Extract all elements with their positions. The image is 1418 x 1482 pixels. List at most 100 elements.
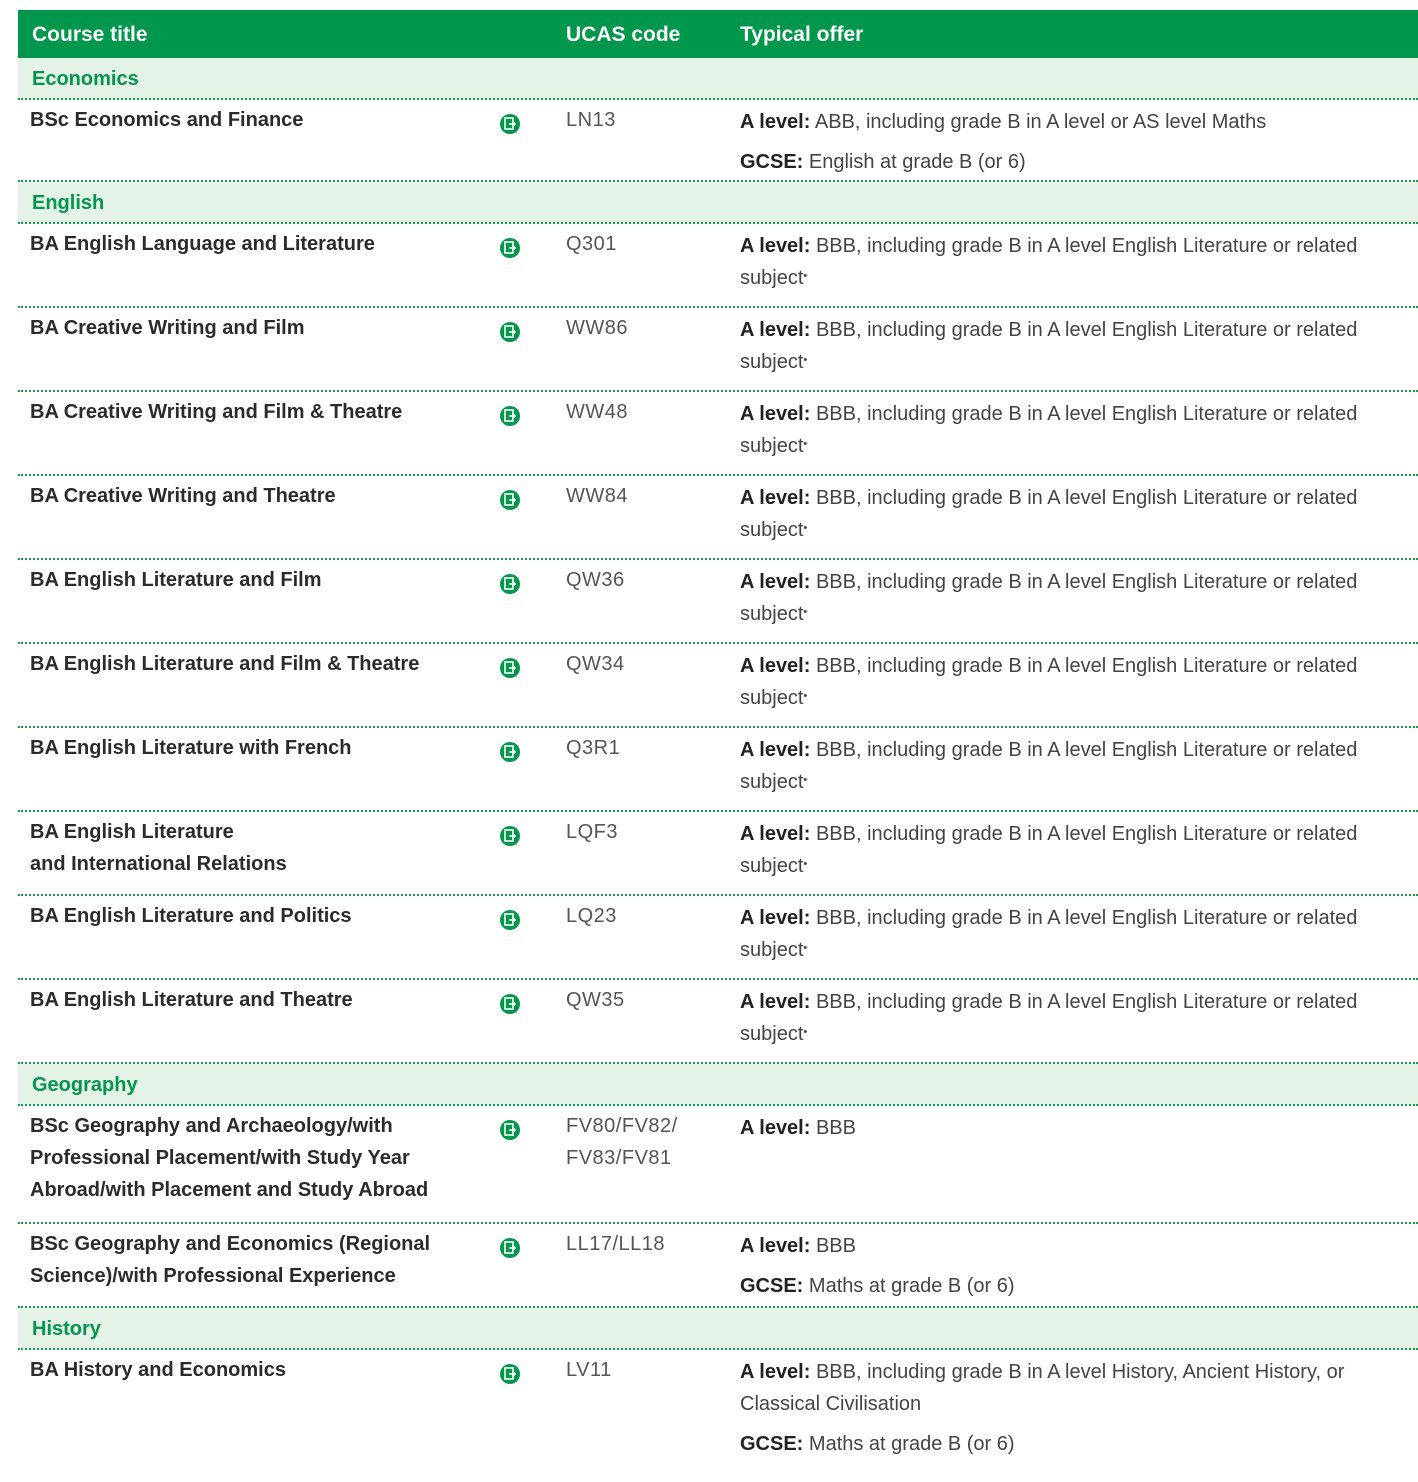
document-arrow-icon xyxy=(500,742,520,762)
ucas-code: Q301 xyxy=(566,233,617,255)
offer-text: BBB, including grade B in A level Englis… xyxy=(740,823,1358,877)
offer-line: A level: BBB xyxy=(740,1112,1412,1144)
document-arrow-icon xyxy=(500,114,520,134)
offer-label: GCSE: xyxy=(740,1275,804,1297)
offer-line: A level: BBB, including grade B in A lev… xyxy=(740,314,1412,378)
offer-text: BBB, including grade B in A level Englis… xyxy=(740,991,1358,1045)
course-title: BA Creative Writing and Theatre xyxy=(30,485,336,507)
offer-line: A level: BBB, including grade B in A lev… xyxy=(740,398,1412,462)
offer-label: A level: xyxy=(740,1361,811,1383)
offer-text: BBB, including grade B in A level Englis… xyxy=(740,235,1358,289)
table-row: BA English Literature and Politics LQ23 A … xyxy=(18,896,1418,980)
course-table: Course title UCAS code Typical offer Eco… xyxy=(18,10,1418,1482)
footnote-mark: • xyxy=(803,438,808,450)
document-arrow-icon xyxy=(500,1238,520,1258)
offer-line: A level: BBB, including grade B in A lev… xyxy=(740,734,1412,798)
offer-label: A level: xyxy=(740,111,811,133)
offer-line: A level: BBB, including grade B in A lev… xyxy=(740,650,1412,714)
course-title: BA English Literature and International … xyxy=(30,821,287,875)
course-title: BA History and Economics xyxy=(30,1359,286,1381)
table-row: BA English Literature and Film QW36 A leve… xyxy=(18,560,1418,644)
offer-line: GCSE: Maths at grade B (or 6) xyxy=(740,1428,1412,1460)
table-row: BA History and Economics LV11 A level: BBB… xyxy=(18,1350,1418,1482)
footnote-mark: • xyxy=(803,522,808,534)
course-title: BA English Language and Literature xyxy=(30,233,375,255)
document-arrow-icon xyxy=(500,238,520,258)
offer-line: A level: BBB, including grade B in A lev… xyxy=(740,1356,1412,1420)
column-header-typical-offer: Typical offer xyxy=(740,23,864,46)
document-arrow-icon xyxy=(500,658,520,678)
typical-offer: A level: BBB xyxy=(740,1112,1412,1152)
offer-label: A level: xyxy=(740,235,811,257)
offer-label: A level: xyxy=(740,655,811,677)
offer-label: A level: xyxy=(740,319,811,341)
typical-offer: A level: BBB, including grade B in A lev… xyxy=(740,902,1412,974)
offer-text: BBB xyxy=(815,1117,856,1139)
course-title: BA Creative Writing and Film xyxy=(30,317,305,339)
offer-text: BBB, including grade B in A level Histor… xyxy=(740,1361,1345,1415)
offer-line: A level: BBB, including grade B in A lev… xyxy=(740,818,1412,882)
course-title: BSc Geography and Archaeology/with Profe… xyxy=(30,1115,429,1201)
typical-offer: A level: BBB, including grade B in A lev… xyxy=(740,398,1412,470)
ucas-code: WW86 xyxy=(566,317,628,339)
section-title: Economics xyxy=(32,68,139,90)
table-row: BA English Literature and Theatre QW35 A l… xyxy=(18,980,1418,1064)
offer-label: A level: xyxy=(740,991,811,1013)
table-row: BSc Geography and Economics (Regional Sc… xyxy=(18,1224,1418,1308)
course-title: BA English Literature and Film & Theatre xyxy=(30,653,420,675)
course-title: BA English Literature and Politics xyxy=(30,905,352,927)
offer-text: BBB, including grade B in A level Englis… xyxy=(740,739,1358,793)
course-title: BA English Literature and Theatre xyxy=(30,989,353,1011)
typical-offer: A level: BBB, including grade B in A lev… xyxy=(740,818,1412,890)
section-header: Geography xyxy=(18,1064,1418,1106)
offer-label: A level: xyxy=(740,403,811,425)
ucas-code: LL17/LL18 xyxy=(566,1233,666,1255)
typical-offer: A level: BBB GCSE: Maths at grade B (or 6… xyxy=(740,1230,1412,1310)
typical-offer: A level: BBB, including grade B in A lev… xyxy=(740,734,1412,806)
offer-line: GCSE: English at grade B (or 6) xyxy=(740,146,1412,178)
offer-text: BBB, including grade B in A level Englis… xyxy=(740,655,1358,709)
footnote-mark: • xyxy=(803,606,808,618)
typical-offer: A level: BBB, including grade B in A lev… xyxy=(740,566,1412,638)
offer-text: BBB, including grade B in A level Englis… xyxy=(740,403,1358,457)
table-row: BA Creative Writing and Film & Theatre WW… xyxy=(18,392,1418,476)
document-arrow-icon xyxy=(500,490,520,510)
ucas-code: QW34 xyxy=(566,653,625,675)
course-title: BA English Literature and Film xyxy=(30,569,322,591)
ucas-code: LN13 xyxy=(566,109,616,131)
offer-text: Maths at grade B (or 6) xyxy=(808,1275,1015,1297)
table-row: BA Creative Writing and Film WW86 A level:… xyxy=(18,308,1418,392)
offer-label: GCSE: xyxy=(740,151,804,173)
offer-text: English at grade B (or 6) xyxy=(808,151,1026,173)
footnote-mark: • xyxy=(803,942,808,954)
ucas-code: Q3R1 xyxy=(566,737,621,759)
table-header: Course title UCAS code Typical offer xyxy=(18,10,1418,58)
table-row: BA Creative Writing and Theatre WW84 A lev… xyxy=(18,476,1418,560)
ucas-code: QW35 xyxy=(566,989,625,1011)
typical-offer: A level: BBB, including grade B in A lev… xyxy=(740,650,1412,722)
table-row: BA English Literature and Film & Theatre… xyxy=(18,644,1418,728)
course-title: BA English Literature with French xyxy=(30,737,352,759)
offer-line: GCSE: Maths at grade B (or 6) xyxy=(740,1270,1412,1302)
offer-text: BBB, including grade B in A level Englis… xyxy=(740,571,1358,625)
ucas-code: LQ23 xyxy=(566,905,617,927)
footnote-mark: • xyxy=(803,354,808,366)
offer-line: A level: BBB, including grade B in A lev… xyxy=(740,902,1412,966)
typical-offer: A level: ABB, including grade B in A lev… xyxy=(740,106,1412,186)
table-row: BA English Literature with French Q3R1 A l… xyxy=(18,728,1418,812)
section-title: History xyxy=(32,1318,101,1340)
offer-label: A level: xyxy=(740,907,811,929)
document-arrow-icon xyxy=(500,826,520,846)
typical-offer: A level: BBB, including grade B in A lev… xyxy=(740,986,1412,1058)
offer-text: ABB, including grade B in A level or AS … xyxy=(814,111,1267,133)
offer-label: A level: xyxy=(740,1235,811,1257)
offer-label: A level: xyxy=(740,739,811,761)
offer-line: A level: BBB, including grade B in A lev… xyxy=(740,482,1412,546)
table-row: BSc Economics and Finance LN13 A level: AB… xyxy=(18,100,1418,182)
ucas-code: LQF3 xyxy=(566,821,619,843)
offer-label: GCSE: xyxy=(740,1433,804,1455)
column-header-ucas-code: UCAS code xyxy=(566,23,681,46)
section-title: English xyxy=(32,192,105,214)
footnote-mark: • xyxy=(803,858,808,870)
ucas-code: WW48 xyxy=(566,401,628,423)
